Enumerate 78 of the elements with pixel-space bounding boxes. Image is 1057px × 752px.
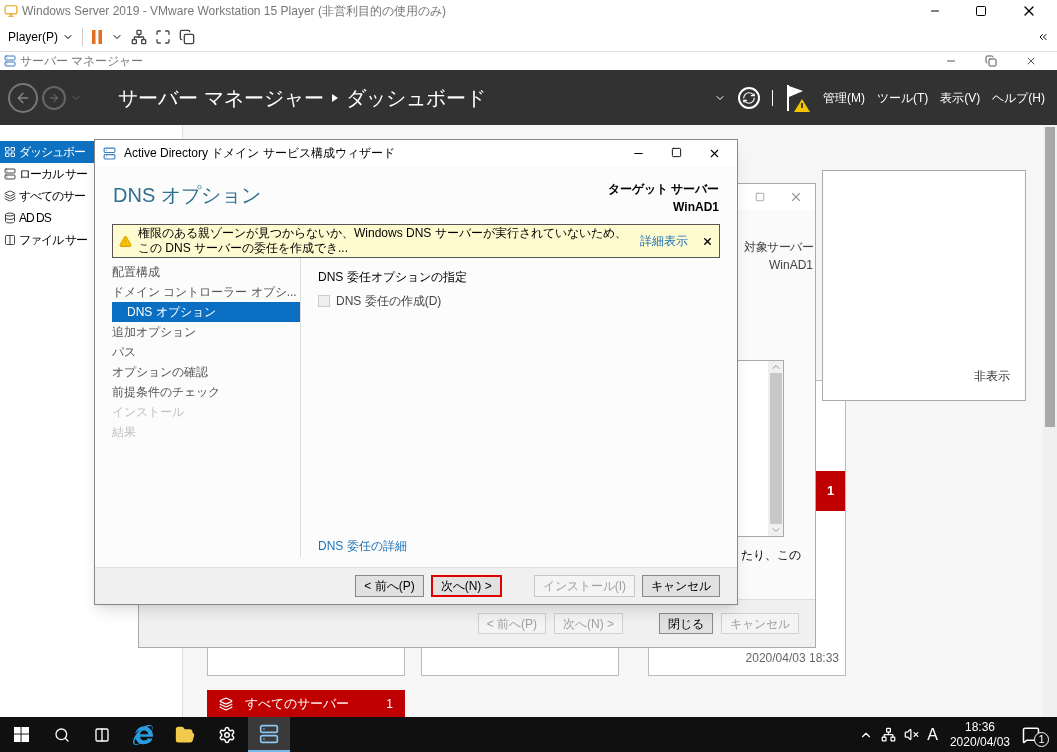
target-server-name: WinAD1 bbox=[673, 199, 719, 216]
dialog-button[interactable]: キャンセル bbox=[642, 575, 720, 597]
server-icon bbox=[4, 168, 16, 180]
server-manager-taskbar-icon[interactable] bbox=[259, 723, 279, 744]
wizard-step[interactable]: 追加オプション bbox=[112, 322, 300, 342]
sidebar-label[interactable]: すべてのサー bbox=[19, 187, 85, 205]
pause-icon[interactable] bbox=[91, 28, 103, 45]
app-title: サーバー マネージャー bbox=[20, 53, 144, 69]
wizard-step[interactable]: 前提条件のチェック bbox=[112, 382, 300, 402]
servers-stack-icon bbox=[219, 696, 233, 711]
section-title: DNS 委任オプションの指定 bbox=[318, 269, 468, 286]
breadcrumb-item: ダッシュボード bbox=[345, 85, 486, 111]
description-text: たり、この bbox=[741, 547, 801, 564]
dialog-button[interactable]: 閉じる bbox=[659, 613, 713, 634]
target-server-label: 対象サーバー bbox=[744, 239, 813, 256]
restore-icon[interactable] bbox=[985, 55, 997, 67]
tile-count: 1 bbox=[386, 695, 393, 713]
maximize-icon[interactable] bbox=[975, 5, 987, 17]
menu-item[interactable]: 管理(M) bbox=[823, 88, 865, 107]
breadcrumb-item: サーバー マネージャー bbox=[118, 85, 324, 111]
dialog-button[interactable]: 次へ(N) > bbox=[430, 575, 502, 597]
maximize-icon[interactable] bbox=[671, 146, 682, 158]
sidebar-item[interactable]: ローカル サー bbox=[0, 163, 182, 185]
sidebar-label[interactable]: AD DS bbox=[19, 209, 51, 227]
columns-icon bbox=[4, 234, 16, 246]
fullscreen-icon[interactable] bbox=[155, 28, 171, 45]
servers-stack-icon bbox=[4, 190, 16, 202]
wizard-step[interactable]: DNS オプション bbox=[112, 302, 300, 322]
database-icon bbox=[4, 212, 16, 224]
sidebar-label[interactable]: ダッシュボー bbox=[19, 143, 85, 161]
sidebar-label[interactable]: ローカル サー bbox=[19, 165, 88, 183]
browser-icon[interactable] bbox=[133, 724, 153, 745]
details-link[interactable]: 詳細表示 bbox=[640, 232, 688, 250]
notification-count: 1 bbox=[1034, 732, 1049, 747]
flag-warning-icon[interactable] bbox=[785, 82, 811, 113]
all-servers-tile[interactable]: すべてのサーバー 1 bbox=[207, 690, 405, 717]
checkbox-label: DNS 委任の作成(D) bbox=[336, 293, 442, 310]
search-icon[interactable] bbox=[54, 726, 70, 743]
wizard-icon bbox=[103, 146, 116, 160]
warning-icon bbox=[119, 234, 132, 248]
count-tile: 1 bbox=[816, 471, 845, 511]
clock-date[interactable]: 2020/04/03 bbox=[949, 734, 1010, 750]
close-icon[interactable] bbox=[1025, 55, 1037, 67]
vmware-logo-icon bbox=[4, 4, 18, 18]
page-heading: DNS オプション bbox=[113, 183, 261, 208]
scroll-thumb[interactable] bbox=[769, 373, 782, 524]
player-menu[interactable]: Player(P) bbox=[8, 27, 58, 46]
wizard-step[interactable]: パス bbox=[112, 342, 300, 362]
task-view-icon[interactable] bbox=[94, 726, 110, 743]
close-icon[interactable] bbox=[702, 235, 713, 247]
menu-item[interactable]: ツール(T) bbox=[877, 88, 929, 107]
wizard-step[interactable]: ドメイン コントローラー オプシ... bbox=[112, 282, 300, 302]
input-mode-indicator[interactable]: A bbox=[927, 722, 938, 747]
target-server-name: WinAD1 bbox=[769, 257, 813, 274]
folder-icon[interactable] bbox=[175, 724, 195, 745]
wizard-step[interactable]: オプションの確認 bbox=[112, 362, 300, 382]
breadcrumb-arrow-icon bbox=[331, 93, 338, 102]
start-button[interactable] bbox=[13, 727, 29, 742]
clock-time[interactable]: 18:36 bbox=[964, 719, 995, 735]
dashboard-grid-icon bbox=[4, 146, 16, 158]
target-server-label: ターゲット サーバー bbox=[607, 181, 719, 198]
speaker-muted-icon[interactable] bbox=[904, 727, 920, 742]
refresh-icon[interactable] bbox=[738, 86, 760, 109]
settings-icon[interactable] bbox=[218, 725, 236, 744]
menu-item[interactable]: 表示(V) bbox=[940, 88, 981, 107]
warning-message: 権限のある親ゾーンが見つからないか、Windows DNS サーバーが実行されていないため、この DNS サーバーの委任を作成でき... bbox=[138, 226, 628, 256]
window-title: Windows Server 2019 - VMware Workstation 15 Player (非営利目的の使用のみ) bbox=[22, 3, 446, 20]
help-link[interactable]: DNS 委任の詳細 bbox=[318, 537, 737, 555]
hide-link[interactable]: 非表示 bbox=[974, 367, 1010, 385]
server-manager-icon bbox=[4, 55, 16, 67]
sidebar-label[interactable]: ファイル サー bbox=[19, 231, 88, 249]
dialog-button[interactable]: < 前へ(P) bbox=[355, 575, 424, 597]
tile-label: すべてのサーバー bbox=[245, 694, 349, 713]
wizard-step[interactable]: 配置構成 bbox=[112, 262, 300, 282]
timestamp: 2020/04/03 18:33 bbox=[745, 650, 839, 667]
action-center-icon[interactable] bbox=[1022, 725, 1040, 744]
menu-item[interactable]: ヘルプ(H) bbox=[992, 88, 1045, 107]
network-icon[interactable] bbox=[881, 727, 897, 742]
